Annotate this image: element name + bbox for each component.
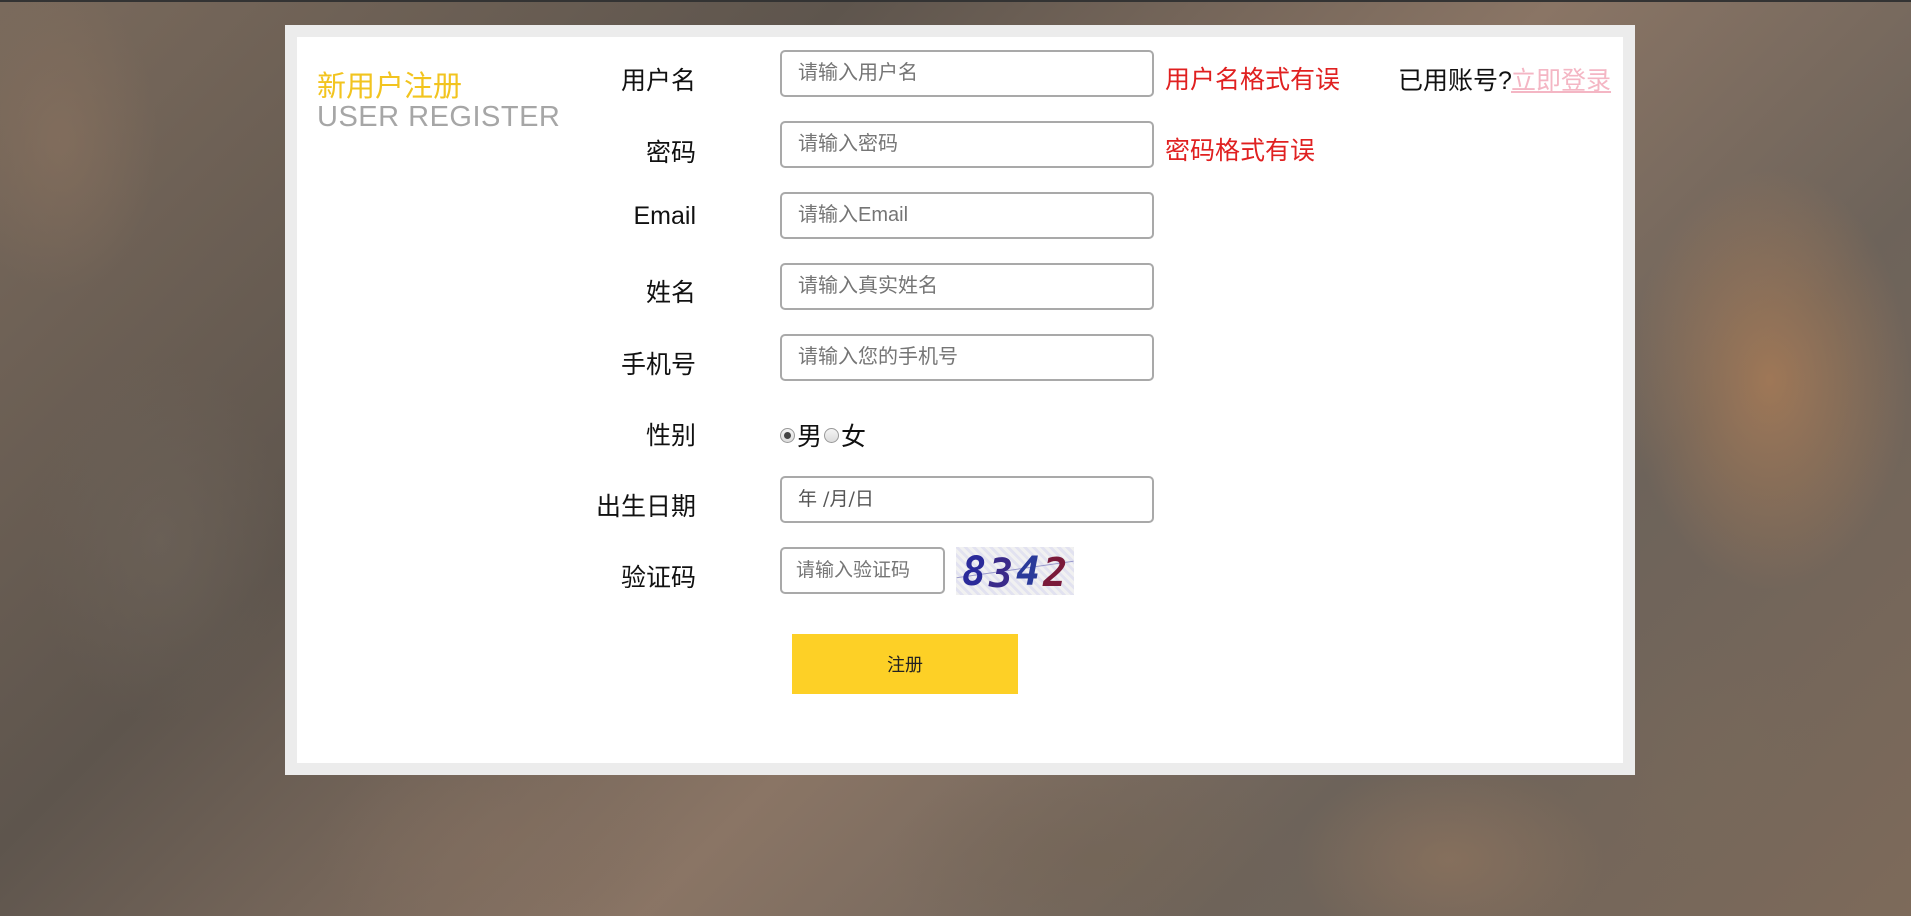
username-label: 用户名	[620, 67, 696, 95]
password-label: 密码	[645, 139, 696, 167]
email-input[interactable]	[780, 192, 1154, 239]
username-error: 用户名格式有误	[1165, 66, 1341, 94]
gender-male-label[interactable]: 男	[797, 417, 822, 453]
login-hint: 已用账号?	[1398, 67, 1512, 95]
realname-input[interactable]	[780, 263, 1154, 310]
birthday-date-input[interactable]: 年 /月/日	[780, 476, 1154, 523]
realname-label: 姓名	[645, 279, 696, 307]
phone-label: 手机号	[620, 351, 696, 379]
login-link[interactable]: 立即登录	[1511, 61, 1611, 97]
birthday-label: 出生日期	[595, 493, 696, 521]
gender-label: 性别	[645, 422, 696, 450]
gender-female-label[interactable]: 女	[841, 417, 866, 453]
page-subtitle: USER REGISTER	[317, 101, 561, 133]
phone-input[interactable]	[780, 334, 1154, 381]
captcha-digit-2: 3	[989, 551, 1014, 595]
gender-male-radio[interactable]	[780, 427, 795, 443]
top-border	[0, 0, 1911, 2]
captcha-digit-4: 2	[1043, 550, 1068, 595]
register-button[interactable]: 注册	[792, 634, 1018, 694]
captcha-label: 验证码	[620, 564, 696, 592]
page-title: 新用户注册	[317, 71, 463, 103]
captcha-input[interactable]	[780, 547, 945, 594]
username-input[interactable]	[780, 50, 1154, 97]
password-error: 密码格式有误	[1165, 137, 1316, 165]
captcha-digit-3: 4	[1016, 549, 1041, 595]
email-label: Email	[633, 202, 696, 230]
captcha-digit-1: 8	[962, 549, 987, 595]
register-card-frame: 新用户注册 USER REGISTER 已用账号? 立即登录 用户名 用户名格式…	[285, 25, 1635, 775]
register-card: 新用户注册 USER REGISTER 已用账号? 立即登录 用户名 用户名格式…	[297, 37, 1623, 763]
gender-group: 男 女	[780, 417, 868, 453]
password-input[interactable]	[780, 121, 1154, 168]
gender-female-radio[interactable]	[824, 427, 840, 443]
captcha-image[interactable]: 8 3 4 2	[956, 547, 1074, 595]
birthday-date-format: 年 /月/日	[798, 488, 874, 510]
